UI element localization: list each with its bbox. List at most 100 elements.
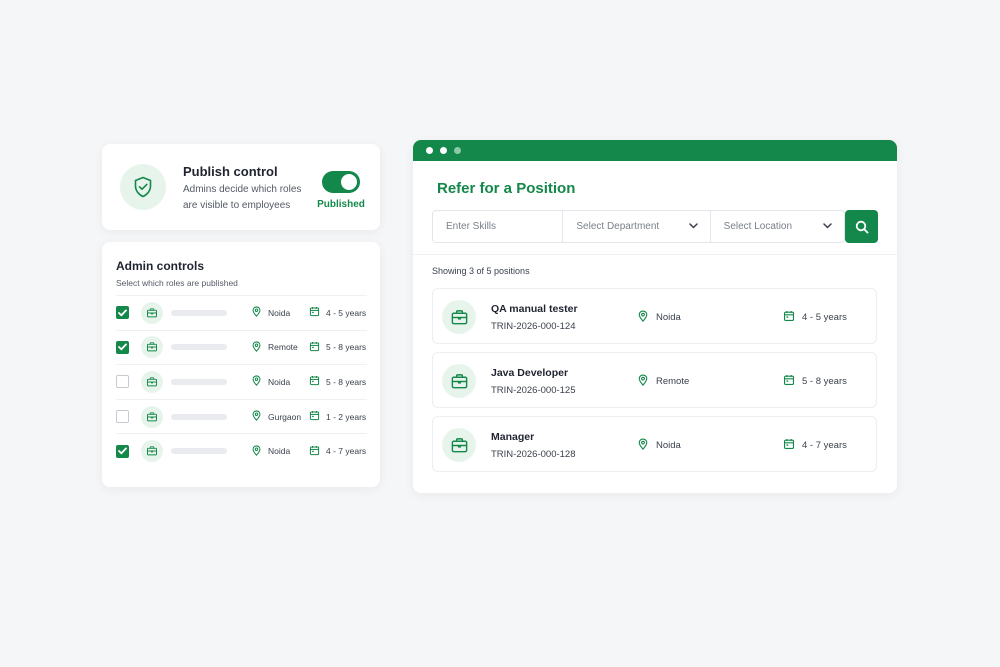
position-id: TRIN-2026-000-125 <box>491 385 576 396</box>
role-location: Noida <box>251 306 290 319</box>
position-location: Remote <box>637 374 689 389</box>
position-experience: 4 - 7 years <box>783 438 847 453</box>
role-experience-text: 4 - 7 years <box>326 446 367 457</box>
role-location: Gurgaon <box>251 410 301 423</box>
publish-checkbox[interactable] <box>116 340 129 354</box>
role-title-placeholder <box>171 448 227 455</box>
divider <box>413 254 897 255</box>
admin-controls-card: Admin controls Select which roles are pu… <box>102 242 380 487</box>
briefcase-icon <box>442 364 476 398</box>
position-location-text: Noida <box>656 312 681 323</box>
position-title: Java Developer <box>491 367 569 379</box>
position-experience: 5 - 8 years <box>783 374 847 389</box>
chevron-down-icon <box>688 223 698 229</box>
location-pin-icon <box>251 410 268 423</box>
role-location-text: Noida <box>268 376 291 387</box>
admin-controls-title: Admin controls <box>116 259 205 273</box>
role-experience: 5 - 8 years <box>309 341 366 354</box>
calendar-icon <box>783 310 802 325</box>
calendar-icon <box>783 374 802 389</box>
position-location-text: Noida <box>656 440 681 451</box>
toggle-knob <box>341 174 357 190</box>
briefcase-icon <box>141 370 163 393</box>
publish-checkbox[interactable] <box>116 410 129 424</box>
role-title-placeholder <box>171 309 227 316</box>
publish-checkbox[interactable] <box>116 306 129 320</box>
role-experience: 4 - 5 years <box>309 306 366 319</box>
admin-role-row: Noida 5 - 8 years <box>116 364 367 399</box>
role-experience-text: 5 - 8 years <box>326 342 367 353</box>
search-filters: Enter Skills Select Department Select Lo… <box>432 210 845 243</box>
role-location-text: Gurgaon <box>268 411 302 422</box>
calendar-icon <box>309 306 326 319</box>
window-dot <box>454 147 461 154</box>
role-experience: 5 - 8 years <box>309 375 366 388</box>
publish-checkbox[interactable] <box>116 444 129 458</box>
calendar-icon <box>309 375 326 388</box>
position-location-text: Remote <box>656 376 690 387</box>
position-location: Noida <box>637 310 681 325</box>
calendar-icon <box>309 410 326 423</box>
admin-role-list: Noida 4 - 5 years Remote 5 - 8 years Noi… <box>116 295 367 468</box>
role-location-text: Noida <box>268 307 291 318</box>
location-pin-icon <box>251 306 268 319</box>
skills-input[interactable]: Enter Skills <box>433 211 564 242</box>
department-select[interactable]: Select Department <box>563 211 711 242</box>
calendar-icon <box>309 445 326 458</box>
location-pin-icon <box>251 375 268 388</box>
admin-controls-subtitle: Select which roles are published <box>116 278 238 288</box>
position-id: TRIN-2026-000-128 <box>491 449 576 460</box>
position-location: Noida <box>637 438 681 453</box>
window-dot <box>426 147 433 154</box>
position-card[interactable]: Manager TRIN-2026-000-128 Noida 4 - 7 ye… <box>432 416 877 472</box>
location-select[interactable]: Select Location <box>711 211 844 242</box>
calendar-icon <box>783 438 802 453</box>
results-count: Showing 3 of 5 positions <box>432 266 530 276</box>
briefcase-icon <box>442 300 476 334</box>
admin-role-row: Noida 4 - 7 years <box>116 433 367 468</box>
role-experience-text: 1 - 2 years <box>326 411 367 422</box>
search-button[interactable] <box>845 210 878 243</box>
location-pin-icon <box>251 445 268 458</box>
briefcase-icon <box>141 440 163 463</box>
position-experience-text: 5 - 8 years <box>802 376 847 387</box>
admin-role-row: Noida 4 - 5 years <box>116 295 367 330</box>
position-id: TRIN-2026-000-124 <box>491 321 576 332</box>
admin-role-row: Remote 5 - 8 years <box>116 329 367 365</box>
position-card[interactable]: QA manual tester TRIN-2026-000-124 Noida… <box>432 288 877 344</box>
role-location: Noida <box>251 445 290 458</box>
shield-check-icon <box>120 164 166 210</box>
publish-status-label: Published <box>317 199 365 210</box>
briefcase-icon <box>141 301 163 324</box>
briefcase-icon <box>442 428 476 462</box>
publish-control-description: Admins decide which roles are visible to… <box>183 184 302 211</box>
location-pin-icon <box>637 310 656 325</box>
role-title-placeholder <box>171 344 227 351</box>
role-location: Noida <box>251 375 290 388</box>
location-pin-icon <box>637 374 656 389</box>
publish-control-card: Publish control Admins decide which role… <box>102 144 380 230</box>
publish-checkbox[interactable] <box>116 375 129 389</box>
role-experience-text: 5 - 8 years <box>326 376 367 387</box>
skills-input-placeholder: Enter Skills <box>446 221 497 232</box>
publish-toggle[interactable] <box>322 171 360 193</box>
role-location-text: Noida <box>268 446 291 457</box>
position-experience-text: 4 - 7 years <box>802 440 847 451</box>
calendar-icon <box>309 341 326 354</box>
page-title: Refer for a Position <box>437 180 576 197</box>
role-experience: 1 - 2 years <box>309 410 366 423</box>
admin-role-row: Gurgaon 1 - 2 years <box>116 398 367 434</box>
location-select-placeholder: Select Location <box>723 221 793 232</box>
window-title-bar <box>413 140 897 161</box>
chevron-down-icon <box>823 223 832 229</box>
position-experience: 4 - 5 years <box>783 310 847 325</box>
department-select-placeholder: Select Department <box>576 221 660 232</box>
search-icon <box>855 220 868 233</box>
position-experience-text: 4 - 5 years <box>802 312 847 323</box>
referral-window: Refer for a Position Enter Skills Select… <box>413 140 897 493</box>
briefcase-icon <box>141 405 163 428</box>
position-title: Manager <box>491 431 535 443</box>
role-location-text: Remote <box>268 342 298 353</box>
position-card[interactable]: Java Developer TRIN-2026-000-125 Remote … <box>432 352 877 408</box>
role-title-placeholder <box>171 378 227 385</box>
